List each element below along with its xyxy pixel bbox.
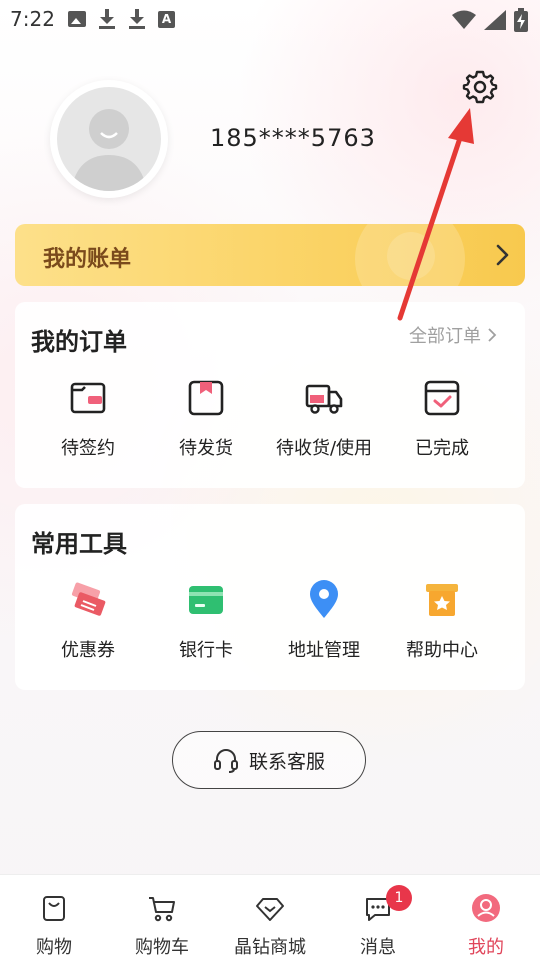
tool-item-label: 帮助中心 <box>406 640 478 661</box>
bank-card-icon <box>189 586 223 614</box>
tools-card: 常用工具 优惠券 银行卡 地址管理 帮助中心 <box>15 504 525 690</box>
nav-label: 我的 <box>468 937 504 958</box>
contact-service-label: 联系客服 <box>248 750 325 773</box>
bill-title: 我的账单 <box>43 247 132 272</box>
chevron-right-icon <box>488 328 497 342</box>
nav-item-shopping[interactable]: 购物 <box>0 875 108 960</box>
nav-label: 消息 <box>360 937 396 958</box>
contact-service-button[interactable]: 联系客服 <box>172 731 366 789</box>
order-pending-sign[interactable]: 待签约 <box>29 378 147 460</box>
battery-charging-icon <box>514 8 528 32</box>
tool-help[interactable]: 帮助中心 <box>383 580 501 662</box>
status-time: 7:22 <box>10 7 55 31</box>
order-item-label: 待收货/使用 <box>275 438 373 459</box>
nav-label: 购物 <box>36 937 72 958</box>
nav-item-mine[interactable]: 我的 <box>432 875 540 960</box>
location-pin-icon <box>310 580 338 618</box>
wifi-icon <box>452 10 476 29</box>
nav-label: 购物车 <box>135 937 189 958</box>
orders-grid: 待签约 待发货 待收货/使用 已完成 <box>15 378 525 460</box>
completed-box-icon <box>424 380 460 416</box>
order-item-label: 已完成 <box>415 438 469 459</box>
avatar[interactable] <box>50 80 168 198</box>
tools-grid: 优惠券 银行卡 地址管理 帮助中心 <box>15 580 525 662</box>
cart-icon <box>149 897 175 922</box>
tool-item-label: 优惠券 <box>61 640 115 661</box>
orders-title: 我的订单 <box>31 328 127 356</box>
my-bill-banner[interactable]: 我的账单 <box>15 224 525 286</box>
tools-title: 常用工具 <box>31 530 127 558</box>
order-item-label: 待发货 <box>179 438 233 459</box>
gear-icon <box>462 70 498 104</box>
order-pending-ship[interactable]: 待发货 <box>147 378 265 460</box>
chevron-right-icon <box>496 244 509 266</box>
tool-bank-card[interactable]: 银行卡 <box>147 580 265 662</box>
nav-item-cart[interactable]: 购物车 <box>108 875 216 960</box>
order-item-label: 待签约 <box>61 438 115 459</box>
nav-label: 晶钻商城 <box>234 937 306 958</box>
orders-card: 我的订单 全部订单 待签约 待发货 待收货/使用 已完成 <box>15 302 525 488</box>
order-completed[interactable]: 已完成 <box>383 378 501 460</box>
help-box-icon <box>426 584 458 616</box>
nav-item-diamond-mall[interactable]: 晶钻商城 <box>216 875 324 960</box>
message-badge: 1 <box>386 885 412 911</box>
a-icon: A <box>158 10 175 28</box>
image-icon <box>68 11 86 27</box>
status-notification-icons: A <box>68 9 175 29</box>
tool-item-label: 银行卡 <box>179 640 233 661</box>
signal-icon <box>484 10 506 30</box>
tool-coupons[interactable]: 优惠券 <box>29 580 147 662</box>
tool-address[interactable]: 地址管理 <box>265 580 383 662</box>
truck-icon <box>305 384 343 414</box>
all-orders-link[interactable]: 全部订单 <box>409 322 497 348</box>
nav-item-messages[interactable]: 1 消息 <box>324 875 432 960</box>
profile-icon <box>472 894 500 922</box>
status-bar: 7:22 A <box>0 0 540 40</box>
diamond-icon <box>256 898 284 921</box>
shopping-bag-icon <box>43 896 65 921</box>
download-icon <box>128 9 146 29</box>
all-orders-label: 全部订单 <box>409 326 481 347</box>
coupon-icon <box>71 582 106 616</box>
bottom-nav: 购物 购物车 晶钻商城 1 消息 我的 <box>0 874 540 960</box>
download-icon <box>98 9 116 29</box>
headset-icon <box>213 749 238 773</box>
status-system-icons <box>452 8 528 32</box>
contract-icon <box>70 382 106 414</box>
settings-button[interactable] <box>462 68 498 104</box>
bill-decoration <box>387 232 435 280</box>
order-pending-receive[interactable]: 待收货/使用 <box>265 378 383 460</box>
package-icon <box>188 380 224 416</box>
tool-item-label: 地址管理 <box>288 640 360 661</box>
phone-number: 185****5763 <box>210 124 376 152</box>
default-avatar-icon <box>57 87 161 191</box>
